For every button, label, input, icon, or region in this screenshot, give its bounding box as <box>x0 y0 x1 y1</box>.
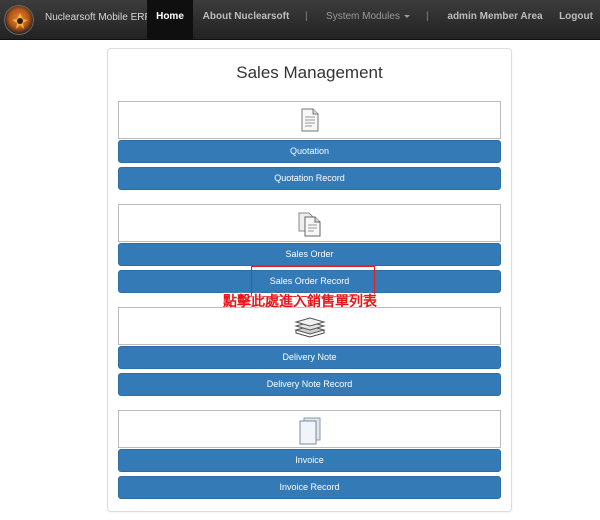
nav-divider: | <box>305 11 308 22</box>
invoice-icon-box <box>118 410 501 448</box>
nav-logout[interactable]: Logout <box>557 0 595 40</box>
brand-name[interactable]: Nuclearsoft Mobile ERP <box>45 12 151 23</box>
annotation-text: 點擊此處進入銷售單列表 <box>223 294 377 310</box>
page-title: Sales Management <box>236 63 383 82</box>
invoice-record-button[interactable]: Invoice Record <box>118 476 501 499</box>
nav-about[interactable]: About Nuclearsoft <box>200 0 292 40</box>
brand-logo-icon[interactable] <box>4 5 34 35</box>
nav-system-modules-dropdown[interactable]: System Modules <box>326 0 410 40</box>
quotation-icon-box <box>118 101 501 139</box>
stacked-items-icon <box>293 317 326 338</box>
nav-system-modules-label: System Modules <box>326 11 400 22</box>
documents-copy-icon <box>298 212 320 237</box>
sales-order-icon-box <box>118 204 501 242</box>
invoice-button[interactable]: Invoice <box>118 449 501 472</box>
top-navbar: Nuclearsoft Mobile ERP Home About Nuclea… <box>0 0 600 40</box>
sales-order-button[interactable]: Sales Order <box>118 243 501 266</box>
caret-down-icon <box>403 14 410 18</box>
nav-member-area[interactable]: admin Member Area <box>446 0 544 40</box>
nav-divider: | <box>426 11 429 22</box>
quotation-button[interactable]: Quotation <box>118 140 501 163</box>
delivery-note-record-button[interactable]: Delivery Note Record <box>118 373 501 396</box>
delivery-note-icon-box <box>118 307 501 345</box>
document-icon <box>301 108 318 132</box>
nav-home[interactable]: Home <box>147 0 193 40</box>
quotation-record-button[interactable]: Quotation Record <box>118 167 501 190</box>
delivery-note-button[interactable]: Delivery Note <box>118 346 501 369</box>
invoice-pages-icon <box>299 417 320 445</box>
